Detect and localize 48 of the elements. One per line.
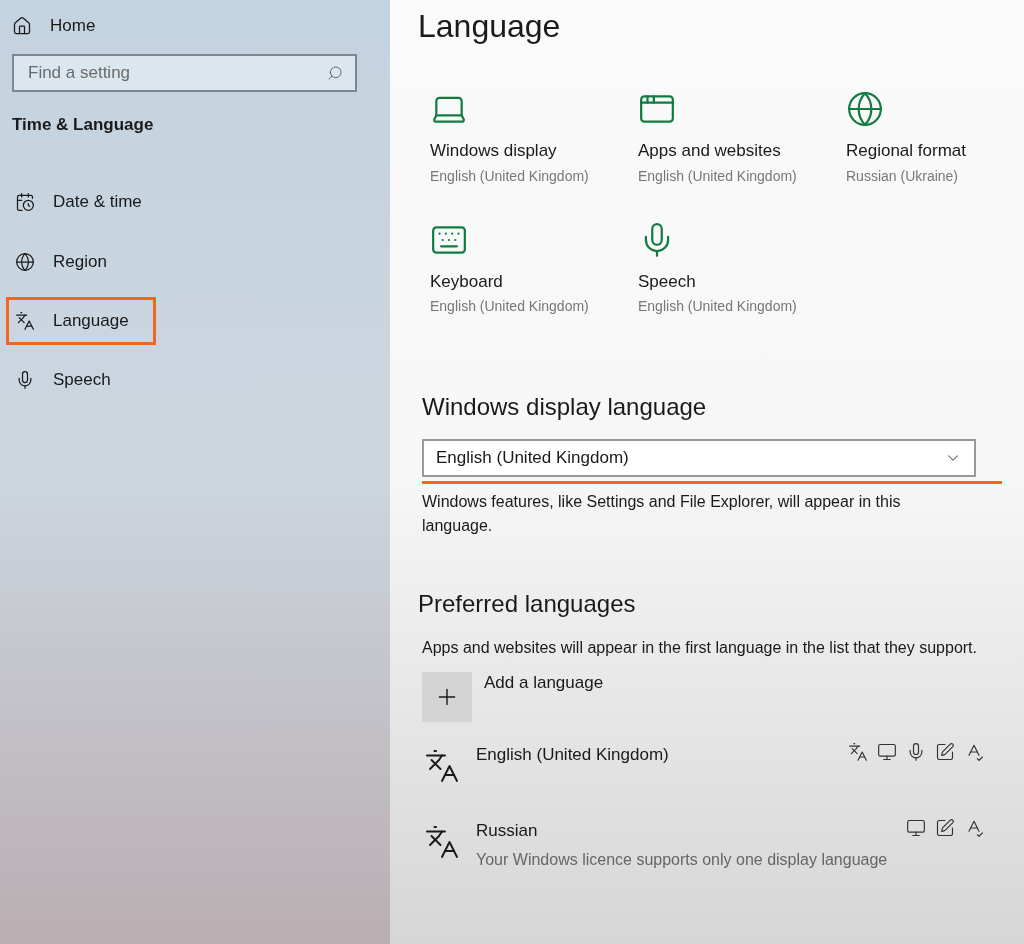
globe-icon: [15, 251, 35, 272]
language-setting-tile[interactable]: Keyboard English (United Kingdom): [430, 220, 638, 317]
sidebar-item[interactable]: Date & time: [6, 177, 206, 226]
tile-title: Windows display: [430, 140, 557, 162]
language-setting-tile[interactable]: Windows display English (United Kingdom): [430, 90, 638, 187]
language-setting-tile[interactable]: Speech English (United Kingdom): [638, 220, 846, 317]
search-field[interactable]: Find a setting: [12, 54, 357, 92]
home-link[interactable]: Home: [12, 14, 378, 38]
language-name: English (United Kingdom): [476, 744, 670, 766]
section-heading: Preferred languages: [418, 589, 637, 619]
section-heading: Windows display language: [422, 392, 708, 422]
section-title: Time & Language: [12, 114, 155, 136]
language-icon: [424, 824, 460, 860]
tile-subtitle: English (United Kingdom): [430, 166, 589, 186]
description-text: Windows features, like Settings and File Explorer, will appear in this language.: [422, 492, 902, 536]
tile-title: Apps and websites: [638, 140, 781, 162]
tile-subtitle: English (United Kingdom): [638, 166, 797, 186]
language-setting-tile[interactable]: Regional format Russian (Ukraine): [846, 90, 1016, 187]
language-list-item[interactable]: English (United Kingdom): [424, 736, 984, 812]
sidebar-item[interactable]: Region: [6, 237, 206, 286]
language-name: Russian: [476, 820, 539, 842]
add-language-button[interactable]: [422, 672, 472, 722]
sidebar-item[interactable]: Language: [6, 296, 156, 345]
language-list-item[interactable]: Russian Your Windows licence supports only one display language: [424, 812, 984, 888]
language-icon: [15, 310, 35, 331]
language-icon: [848, 742, 868, 762]
monitor-icon: [877, 742, 897, 762]
tile-title: Speech: [638, 270, 696, 293]
home-icon: [12, 16, 32, 36]
language-setting-tile[interactable]: Apps and websites English (United Kingdom): [638, 90, 846, 187]
tile-subtitle: English (United Kingdom): [638, 297, 797, 316]
add-language-label: Add a language: [484, 672, 604, 694]
sidebar-item[interactable]: Speech: [6, 355, 206, 404]
pen-icon: [935, 742, 955, 762]
calendar-icon: [15, 191, 35, 212]
search-icon: [327, 65, 343, 81]
monitor-icon: [906, 818, 926, 838]
tile-title: Keyboard: [430, 270, 503, 293]
tile-subtitle: Russian (Ukraine): [846, 166, 959, 186]
globe-icon: [846, 90, 884, 128]
language-icon: [424, 748, 460, 784]
description-text: Apps and websites will appear in the first language in the list that they support.: [422, 638, 978, 658]
tile-subtitle: English (United Kingdom): [430, 297, 589, 316]
page-title: Language: [418, 7, 562, 46]
language-note: Your Windows licence supports only one display language: [476, 849, 889, 870]
pen-icon: [935, 818, 955, 838]
display-language-dropdown[interactable]: English (United Kingdom): [422, 439, 976, 477]
tile-title: Regional format: [846, 140, 966, 162]
